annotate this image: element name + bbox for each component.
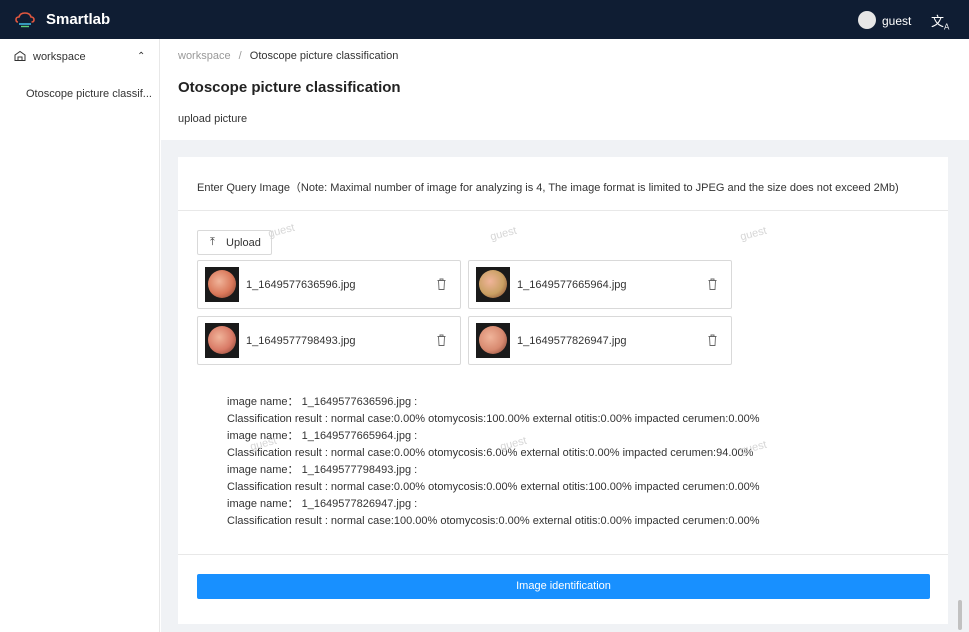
cloud-logo-icon [15,12,35,28]
card-divider [178,554,948,555]
delete-icon[interactable] [437,334,446,346]
uploaded-file-4: 1_1649577826947.jpg [468,316,732,365]
top-bar: Smartlab guest 文A [0,0,969,39]
breadcrumb-current: Otoscope picture classification [249,50,399,62]
page-title: Otoscope picture classification [178,79,401,96]
file-name: 1_1649577665964.jpg [517,279,627,291]
instruction-text: Enter Query Image（Note: Maximal number o… [197,182,899,194]
thumbnail [476,323,510,358]
sidebar-group-workspace[interactable]: workspace ⌃ [0,48,160,68]
ear-image [479,270,507,298]
result-line: image name： 1_1649577636596.jpg : [227,396,418,408]
classification-results: image name： 1_1649577636596.jpg : Classi… [227,394,927,530]
upload-icon: ⤒ [210,236,215,248]
avatar[interactable] [858,11,876,29]
result-line: image name： 1_1649577826947.jpg : [227,498,418,510]
thumbnail [205,267,239,302]
file-name: 1_1649577826947.jpg [517,335,627,347]
delete-icon[interactable] [437,278,446,290]
thumbnail [205,323,239,358]
image-identification-button[interactable]: Image identification [197,574,930,599]
page-subtitle: upload picture [178,113,248,125]
delete-icon[interactable] [708,278,717,290]
uploaded-file-3: 1_1649577798493.jpg [197,316,461,365]
result-line: Classification result : normal case:0.00… [227,413,760,425]
translate-icon[interactable]: 文A [931,11,949,32]
result-line: Classification result : normal case:0.00… [227,447,754,459]
sidebar-item-otoscope[interactable]: Otoscope picture classif... [26,88,154,100]
chevron-up-icon[interactable]: ⌃ [137,51,145,62]
result-line: Classification result : normal case:0.00… [227,481,760,493]
app-name: Smartlab [46,11,111,28]
workspace-icon [14,50,26,61]
ear-image [479,326,507,354]
file-name: 1_1649577636596.jpg [246,279,356,291]
result-line: Classification result : normal case:100.… [227,515,760,527]
result-line: image name： 1_1649577798493.jpg : [227,464,418,476]
scrollbar-thumb[interactable] [958,600,962,630]
breadcrumb-separator: / [238,50,242,62]
file-name: 1_1649577798493.jpg [246,335,356,347]
image-identification-label: Image identification [516,580,611,592]
uploaded-file-2: 1_1649577665964.jpg [468,260,732,309]
sidebar: workspace ⌃ Otoscope picture classif... [0,39,160,632]
upload-label: Upload [226,237,261,249]
result-line: image name： 1_1649577665964.jpg : [227,430,418,442]
delete-icon[interactable] [708,334,717,346]
username[interactable]: guest [882,14,911,28]
breadcrumb: workspace / Otoscope picture classificat… [178,50,398,62]
breadcrumb-root[interactable]: workspace [178,50,231,62]
ear-image [208,326,236,354]
upload-button[interactable]: ⤒ Upload [197,230,272,255]
page-header: workspace / Otoscope picture classificat… [161,39,969,140]
thumbnail [476,267,510,302]
uploaded-file-1: 1_1649577636596.jpg [197,260,461,309]
sidebar-group-label: workspace [33,51,86,63]
ear-image [208,270,236,298]
card-header: Enter Query Image（Note: Maximal number o… [178,157,948,211]
